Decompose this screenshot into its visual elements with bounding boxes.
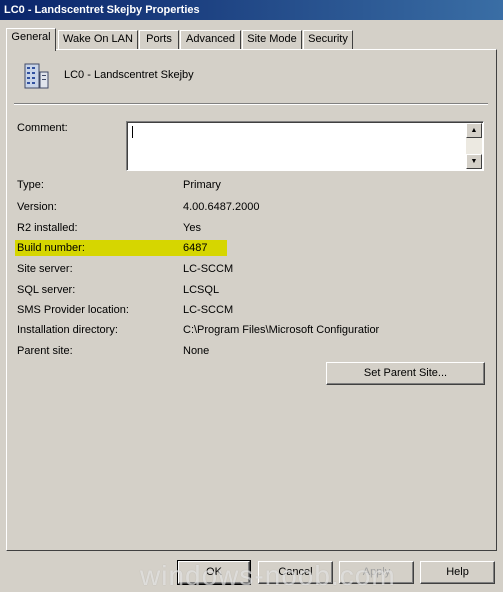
comment-label: Comment:	[17, 122, 68, 134]
sql-server-label: SQL server:	[17, 284, 76, 296]
version-value: 4.00.6487.2000	[183, 201, 260, 213]
tab-security[interactable]: Security	[303, 30, 353, 49]
scroll-up-arrow-icon[interactable]: ▲	[466, 123, 482, 138]
comment-field[interactable]: ▲ ▼	[126, 121, 484, 171]
type-value: Primary	[183, 179, 221, 191]
sms-provider-value: LC-SCCM	[183, 304, 234, 316]
title-bar[interactable]: LC0 - Landscentret Skejby Properties	[0, 0, 503, 20]
site-server-label: Site server:	[17, 263, 73, 275]
r2-installed-value: Yes	[183, 222, 201, 234]
separator	[14, 103, 488, 105]
tab-site-mode[interactable]: Site Mode	[242, 30, 302, 49]
scroll-down-arrow-icon[interactable]: ▼	[466, 154, 482, 169]
version-label: Version:	[17, 201, 57, 213]
parent-site-label: Parent site:	[17, 345, 73, 357]
window-title: LC0 - Landscentret Skejby Properties	[4, 4, 200, 16]
tab-general[interactable]: General	[6, 28, 56, 51]
installation-directory-label: Installation directory:	[17, 324, 118, 336]
tab-wake-on-lan[interactable]: Wake On LAN	[58, 30, 138, 49]
set-parent-site-button[interactable]: Set Parent Site...	[326, 362, 485, 385]
build-number-label: Build number:	[17, 242, 85, 254]
site-server-icon	[24, 63, 49, 89]
r2-installed-label: R2 installed:	[17, 222, 78, 234]
tab-advanced[interactable]: Advanced	[180, 30, 241, 49]
installation-directory-value: C:\Program Files\Microsoft Configuratior	[183, 324, 380, 336]
apply-button[interactable]: Apply	[339, 561, 414, 584]
site-name: LC0 - Landscentret Skejby	[64, 69, 194, 81]
build-number-value: 6487	[183, 242, 208, 254]
help-button[interactable]: Help	[420, 561, 495, 584]
sql-server-value: LCSQL	[183, 284, 220, 296]
ok-button[interactable]: OK	[177, 560, 251, 585]
cancel-button[interactable]: Cancel	[258, 561, 333, 584]
site-server-value: LC-SCCM	[183, 263, 234, 275]
text-caret	[132, 126, 133, 138]
type-label: Type:	[17, 179, 44, 191]
parent-site-value: None	[183, 345, 210, 357]
comment-scrollbar[interactable]: ▲ ▼	[466, 123, 482, 169]
sms-provider-label: SMS Provider location:	[17, 304, 129, 316]
tab-ports[interactable]: Ports	[139, 30, 179, 49]
